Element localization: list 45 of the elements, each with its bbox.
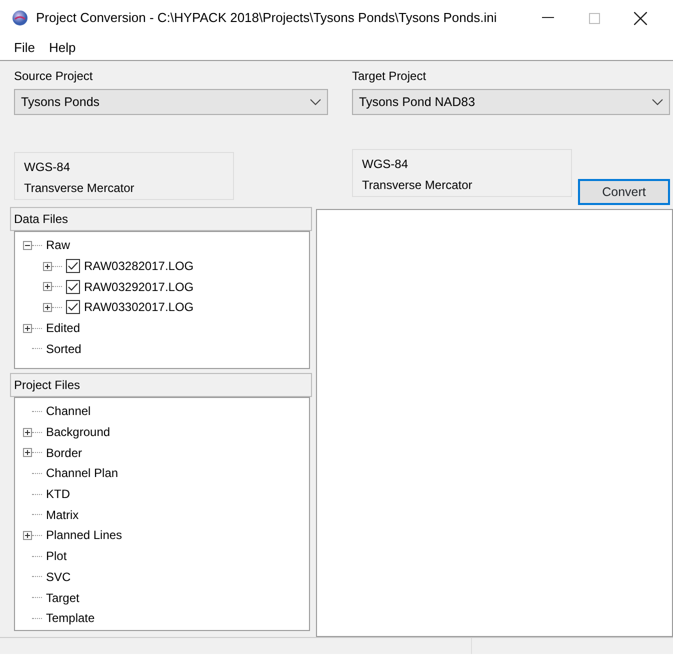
tree-item[interactable]: RAW03302017.LOG <box>84 298 194 316</box>
tree-item[interactable]: Channel Plan <box>46 464 118 482</box>
menu-item[interactable]: File <box>14 38 35 58</box>
expand-icon[interactable] <box>43 302 52 312</box>
tree-item[interactable]: SVC <box>46 568 71 586</box>
panel-header: Project Files <box>10 373 312 397</box>
chevron-down-icon <box>652 98 663 106</box>
expand-icon[interactable] <box>23 530 32 540</box>
field-label: Source Project <box>14 68 94 85</box>
projection-text: Transverse Mercator <box>24 180 136 197</box>
expand-icon[interactable] <box>23 448 32 458</box>
checkbox[interactable] <box>66 280 80 294</box>
projection-text: Transverse Mercator <box>362 177 474 194</box>
collapse-icon[interactable] <box>23 240 32 250</box>
project-dropdown[interactable]: Tysons Ponds <box>14 89 328 115</box>
datum-text: WGS-84 <box>362 156 410 173</box>
tree-item[interactable]: Target <box>46 588 80 607</box>
project-dropdown[interactable]: Tysons Pond NAD83 <box>352 89 670 115</box>
tree-item[interactable]: RAW03282017.LOG <box>84 257 194 276</box>
panel-header: Data Files <box>10 207 312 231</box>
app-globe-icon <box>12 10 28 26</box>
checkbox[interactable] <box>66 259 80 274</box>
field-label: Target Project <box>352 68 428 85</box>
window-title: Project Conversion - C:\HYPACK 2018\Projects\Tysons Ponds\Tysons Ponds.ini <box>36 9 498 28</box>
tree-item[interactable]: Sorted <box>46 340 82 358</box>
chevron-down-icon <box>310 98 321 106</box>
checkbox[interactable] <box>66 300 80 314</box>
tree-item[interactable]: Template <box>46 609 95 628</box>
tree-item[interactable]: RAW03292017.LOG <box>84 278 194 296</box>
tree-item[interactable]: Planned Lines <box>46 526 122 544</box>
convert-button[interactable]: Convert <box>578 179 670 205</box>
expand-icon[interactable] <box>43 262 52 271</box>
expand-icon[interactable] <box>23 428 32 437</box>
expand-icon[interactable] <box>23 324 32 333</box>
tree-item[interactable]: Channel <box>46 402 91 420</box>
expand-icon[interactable] <box>43 282 52 292</box>
datum-text: WGS-84 <box>24 159 72 176</box>
tree-item[interactable]: Plot <box>46 547 67 566</box>
tree-item[interactable]: KTD <box>46 485 70 504</box>
tree-item[interactable]: Border <box>46 444 82 462</box>
tree-item[interactable]: Raw <box>46 236 70 254</box>
tree-item[interactable]: Background <box>46 423 110 442</box>
tree-item[interactable]: Edited <box>46 319 80 338</box>
menu-item[interactable]: Help <box>48 38 76 58</box>
tree-item[interactable]: Matrix <box>46 506 79 524</box>
